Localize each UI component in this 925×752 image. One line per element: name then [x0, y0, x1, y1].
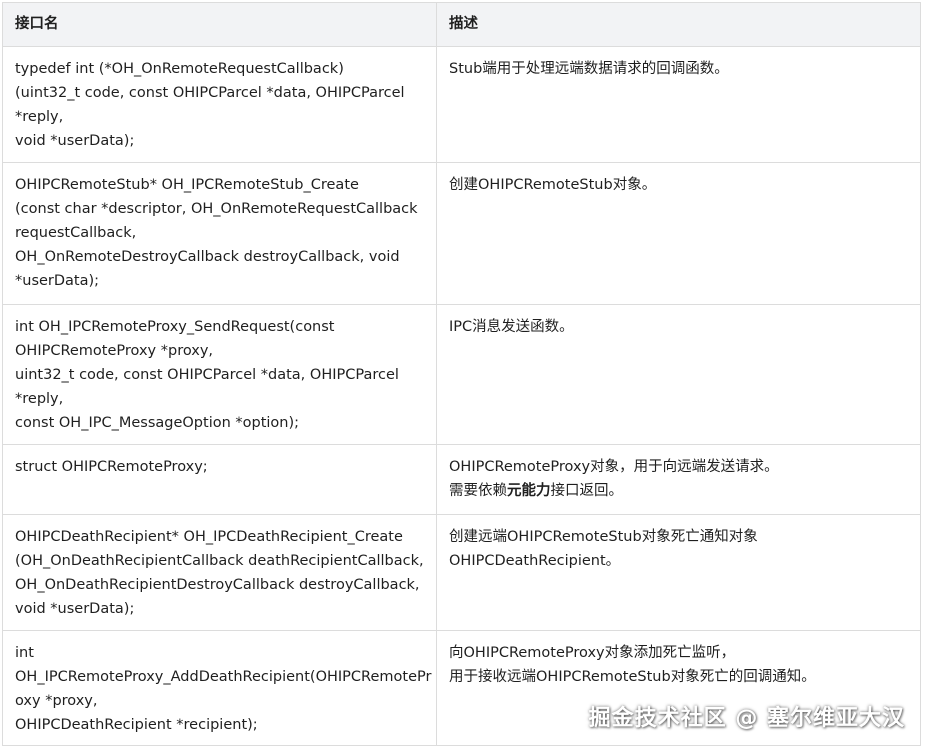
api-signature-cell: int OH_IPCRemoteProxy_SendRequest(const O…: [2, 304, 437, 445]
api-signature-line: OHIPCRemoteStub* OH_IPCRemoteStub_Create: [15, 177, 359, 193]
api-signature-cell: OHIPCDeathRecipient* OH_IPCDeathRecipien…: [2, 514, 437, 631]
description-line: 向OHIPCRemoteProxy对象添加死亡监听，: [449, 641, 908, 665]
watermark: 掘金技术社区 @ 塞尔维亚大汉: [588, 706, 905, 731]
description-text: OHIPCRemoteProxy对象，用于向远端发送请求。: [449, 459, 779, 475]
table-row: OHIPCDeathRecipient* OH_IPCDeathRecipien…: [2, 514, 921, 631]
api-signature-line: requestCallback,: [15, 225, 137, 241]
api-signature-line: typedef int (*OH_OnRemoteRequestCallback…: [15, 61, 344, 77]
api-signature-line: (OH_OnDeathRecipientCallback deathRecipi…: [15, 553, 424, 569]
description-line: OHIPCDeathRecipient。: [449, 549, 908, 573]
api-signature-line: OH_OnRemoteDestroyCallback destroyCallba…: [15, 249, 400, 265]
description-cell: 创建远端OHIPCRemoteStub对象死亡通知对象 OHIPCDeathRec…: [436, 514, 921, 631]
description-cell: IPC消息发送函数。: [436, 304, 921, 445]
description-text: 创建远端OHIPCRemoteStub对象死亡通知对象: [449, 529, 758, 545]
api-signature-line: const OH_IPC_MessageOption *option);: [15, 415, 300, 431]
api-signature-line: (const char *descriptor, OH_OnRemoteRequ…: [15, 201, 418, 217]
api-signature-line: *reply,: [15, 109, 64, 125]
table-header-row: 接口名 描述: [2, 2, 921, 47]
api-signature-line: *reply,: [15, 391, 64, 407]
table-row: typedef int (*OH_OnRemoteRequestCallback…: [2, 46, 921, 163]
header-interface-name: 接口名: [2, 2, 437, 47]
api-signature-line: struct OHIPCRemoteProxy;: [15, 459, 208, 475]
table-row: struct OHIPCRemoteProxy; OHIPCRemoteProxy…: [2, 444, 921, 515]
description-line: 用于接收远端OHIPCRemoteStub对象死亡的回调通知。: [449, 665, 908, 689]
api-table: 接口名 描述 typedef int (*OH_OnRemoteRequestC…: [2, 2, 921, 746]
api-signature-line: *userData);: [15, 273, 100, 289]
api-signature-line: void *userData);: [15, 601, 135, 617]
api-signature-line: OHIPCDeathRecipient *recipient);: [15, 717, 258, 733]
api-signature-line: oxy *proxy,: [15, 693, 98, 709]
api-signature-cell: int OH_IPCRemoteProxy_AddDeathRecipient(O…: [2, 630, 437, 746]
api-signature-line: OH_IPCRemoteProxy_AddDeathRecipient(OHIP…: [15, 669, 432, 685]
description-cell: 创建OHIPCRemoteStub对象。: [436, 162, 921, 305]
header-description: 描述: [436, 2, 921, 47]
api-signature-line: int: [15, 645, 34, 661]
description-cell: Stub端用于处理远端数据请求的回调函数。: [436, 46, 921, 163]
description-line: 创建OHIPCRemoteStub对象。: [449, 173, 908, 197]
description-text: 用于接收远端OHIPCRemoteStub对象死亡的回调通知。: [449, 669, 816, 685]
description-cell: OHIPCRemoteProxy对象，用于向远端发送请求。 需要依赖元能力接口返回…: [436, 444, 921, 515]
description-text: 需要依赖: [449, 483, 507, 499]
api-signature-line: OH_OnDeathRecipientDestroyCallback destr…: [15, 577, 420, 593]
description-line: IPC消息发送函数。: [449, 315, 908, 339]
description-line: 创建远端OHIPCRemoteStub对象死亡通知对象: [449, 525, 908, 549]
description-text: 接口返回。: [550, 483, 624, 499]
api-signature-cell: OHIPCRemoteStub* OH_IPCRemoteStub_Create…: [2, 162, 437, 305]
description-text: IPC消息发送函数。: [449, 319, 574, 335]
description-emphasis: 元能力: [507, 483, 551, 499]
api-signature-cell: typedef int (*OH_OnRemoteRequestCallback…: [2, 46, 437, 163]
description-line: 需要依赖元能力接口返回。: [449, 479, 908, 503]
table-row: OHIPCRemoteStub* OH_IPCRemoteStub_Create…: [2, 162, 921, 305]
description-text: Stub端用于处理远端数据请求的回调函数。: [449, 61, 729, 77]
table-row: int OH_IPCRemoteProxy_SendRequest(const O…: [2, 304, 921, 445]
api-signature-line: int OH_IPCRemoteProxy_SendRequest(const: [15, 319, 335, 335]
description-line: OHIPCRemoteProxy对象，用于向远端发送请求。: [449, 455, 908, 479]
api-signature-line: OHIPCRemoteProxy *proxy,: [15, 343, 214, 359]
api-signature-cell: struct OHIPCRemoteProxy;: [2, 444, 437, 515]
api-signature-line: OHIPCDeathRecipient* OH_IPCDeathRecipien…: [15, 529, 403, 545]
api-signature-line: void *userData);: [15, 133, 135, 149]
api-signature-line: uint32_t code, const OHIPCParcel *data, …: [15, 367, 399, 383]
description-text: 向OHIPCRemoteProxy对象添加死亡监听，: [449, 645, 736, 661]
api-signature-line: (uint32_t code, const OHIPCParcel *data,…: [15, 85, 405, 101]
description-text: OHIPCDeathRecipient。: [449, 553, 621, 569]
description-text: 创建OHIPCRemoteStub对象。: [449, 177, 657, 193]
description-line: Stub端用于处理远端数据请求的回调函数。: [449, 57, 908, 81]
